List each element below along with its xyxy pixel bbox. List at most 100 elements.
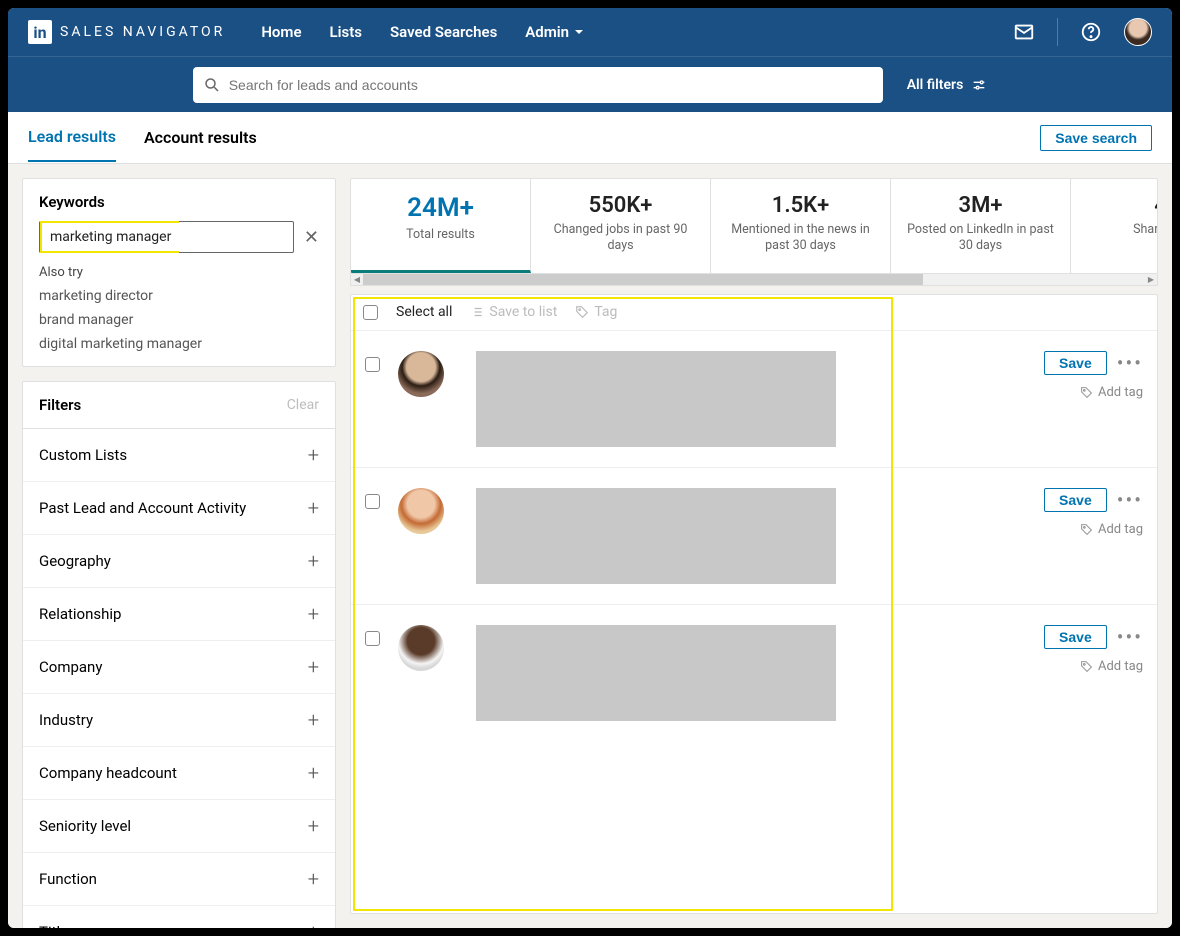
tab-account-results[interactable]: Account results (144, 114, 257, 161)
save-lead-button[interactable]: Save (1044, 625, 1107, 649)
global-search[interactable] (193, 67, 883, 103)
filter-custom-lists[interactable]: Custom Lists+ (23, 429, 335, 482)
keywords-input[interactable]: marketing manager (39, 221, 294, 253)
all-filters-label: All filters (907, 77, 964, 93)
add-tag-button[interactable]: Add tag (1080, 522, 1143, 537)
stat-changed-jobs[interactable]: 550K+ Changed jobs in past 90 days (531, 179, 711, 273)
stats-scrollbar[interactable]: ◀ ▶ (350, 274, 1158, 286)
stat-num: 4 (1081, 193, 1158, 218)
scroll-thumb[interactable] (363, 274, 923, 285)
messages-icon[interactable] (1013, 21, 1035, 43)
tag-icon (1080, 523, 1093, 536)
filter-function[interactable]: Function+ (23, 853, 335, 906)
keywords-value: marketing manager (40, 221, 179, 253)
save-lead-button[interactable]: Save (1044, 488, 1107, 512)
row-checkbox[interactable] (365, 631, 380, 646)
filter-past-activity[interactable]: Past Lead and Account Activity+ (23, 482, 335, 535)
brand-text: SALES NAVIGATOR (60, 24, 225, 40)
select-all-checkbox[interactable] (363, 305, 378, 320)
plus-icon: + (308, 549, 319, 573)
add-tag-label: Add tag (1098, 385, 1143, 400)
add-tag-button[interactable]: Add tag (1080, 385, 1143, 400)
list-icon (470, 305, 484, 319)
keywords-clear-icon[interactable]: ✕ (304, 227, 319, 248)
results-header: Select all Save to list Tag (351, 295, 1157, 331)
lead-avatar[interactable] (398, 625, 444, 671)
save-lead-button[interactable]: Save (1044, 351, 1107, 375)
result-row: Save ••• Add tag (351, 331, 1157, 468)
filter-label: Company (39, 658, 102, 676)
user-avatar[interactable] (1124, 18, 1152, 46)
stat-num: 3M+ (901, 193, 1060, 218)
plus-icon: + (308, 867, 319, 891)
scroll-right-icon[interactable]: ▶ (1145, 274, 1157, 285)
lead-avatar[interactable] (398, 488, 444, 534)
nav-lists[interactable]: Lists (330, 23, 362, 41)
filter-label: Past Lead and Account Activity (39, 499, 246, 517)
plus-icon: + (308, 602, 319, 626)
save-to-list-button[interactable]: Save to list (470, 304, 557, 320)
keywords-card: Keywords marketing manager ✕ Also try ma… (22, 178, 336, 367)
brand[interactable]: in SALES NAVIGATOR (28, 20, 225, 44)
more-actions-icon[interactable]: ••• (1117, 351, 1143, 375)
tag-label: Tag (594, 304, 617, 320)
stat-num: 550K+ (541, 193, 700, 218)
row-checkbox[interactable] (365, 494, 380, 509)
lead-avatar[interactable] (398, 351, 444, 397)
save-search-button[interactable]: Save search (1040, 125, 1152, 151)
row-checkbox[interactable] (365, 357, 380, 372)
filter-company[interactable]: Company + (23, 641, 335, 694)
tab-lead-results[interactable]: Lead results (28, 113, 116, 162)
more-actions-icon[interactable]: ••• (1117, 488, 1143, 512)
add-tag-button[interactable]: Add tag (1080, 659, 1143, 674)
nav-admin[interactable]: Admin (525, 23, 585, 41)
keywords-title: Keywords (39, 193, 319, 211)
tag-icon (1080, 660, 1093, 673)
filter-label: Industry (39, 711, 93, 729)
search-icon (203, 76, 221, 94)
suggestion-2[interactable]: digital marketing manager (39, 336, 319, 352)
stat-posted-linkedin[interactable]: 3M+ Posted on LinkedIn in past 30 days (891, 179, 1071, 273)
stat-num: 1.5K+ (721, 193, 880, 218)
filter-geography[interactable]: Geography+ (23, 535, 335, 588)
result-row: Save ••• Add tag (351, 468, 1157, 605)
stat-label: Posted on LinkedIn in past 30 days (901, 222, 1060, 255)
suggestion-0[interactable]: marketing director (39, 288, 319, 304)
stat-label: Mentioned in the news in past 30 days (721, 222, 880, 255)
select-all-label: Select all (396, 304, 452, 320)
add-tag-label: Add tag (1098, 659, 1143, 674)
result-tabs: Lead results Account results Save search (8, 112, 1172, 164)
result-row: Save ••• Add tag (351, 605, 1157, 741)
results-list: Select all Save to list Tag (350, 294, 1158, 915)
filter-relationship[interactable]: Relationship+ (23, 588, 335, 641)
plus-icon: + (308, 814, 319, 838)
filter-label: Custom Lists (39, 446, 127, 464)
lead-details-redacted (476, 625, 836, 721)
plus-icon: + (308, 655, 319, 679)
filters-clear-button[interactable]: Clear (287, 397, 319, 413)
filter-label: Company headcount (39, 764, 177, 782)
suggestion-1[interactable]: brand manager (39, 312, 319, 328)
more-actions-icon[interactable]: ••• (1117, 625, 1143, 649)
stat-total-results[interactable]: 24M+ Total results (351, 179, 531, 273)
filter-title[interactable]: Title+ (23, 906, 335, 928)
stats-strip: 24M+ Total results 550K+ Changed jobs in… (350, 178, 1158, 274)
all-filters-button[interactable]: All filters (907, 77, 988, 93)
help-icon[interactable] (1080, 21, 1102, 43)
search-input[interactable] (229, 77, 873, 93)
nav-home[interactable]: Home (261, 23, 301, 41)
linkedin-icon: in (28, 20, 52, 44)
save-to-list-label: Save to list (489, 304, 557, 320)
stat-share-exp[interactable]: 4 Share exp (1071, 179, 1158, 273)
filters-card: Filters Clear Custom Lists+ Past Lead an… (22, 381, 336, 928)
filter-industry[interactable]: Industry+ (23, 694, 335, 747)
tag-button[interactable]: Tag (575, 304, 617, 320)
stat-mentioned-news[interactable]: 1.5K+ Mentioned in the news in past 30 d… (711, 179, 891, 273)
filter-company-headcount[interactable]: Company headcount+ (23, 747, 335, 800)
search-row: All filters (8, 56, 1172, 112)
nav-saved-searches[interactable]: Saved Searches (390, 23, 497, 41)
scroll-left-icon[interactable]: ◀ (351, 274, 363, 285)
nav-admin-label: Admin (525, 23, 569, 41)
tag-icon (575, 305, 589, 319)
filter-seniority-level[interactable]: Seniority level+ (23, 800, 335, 853)
